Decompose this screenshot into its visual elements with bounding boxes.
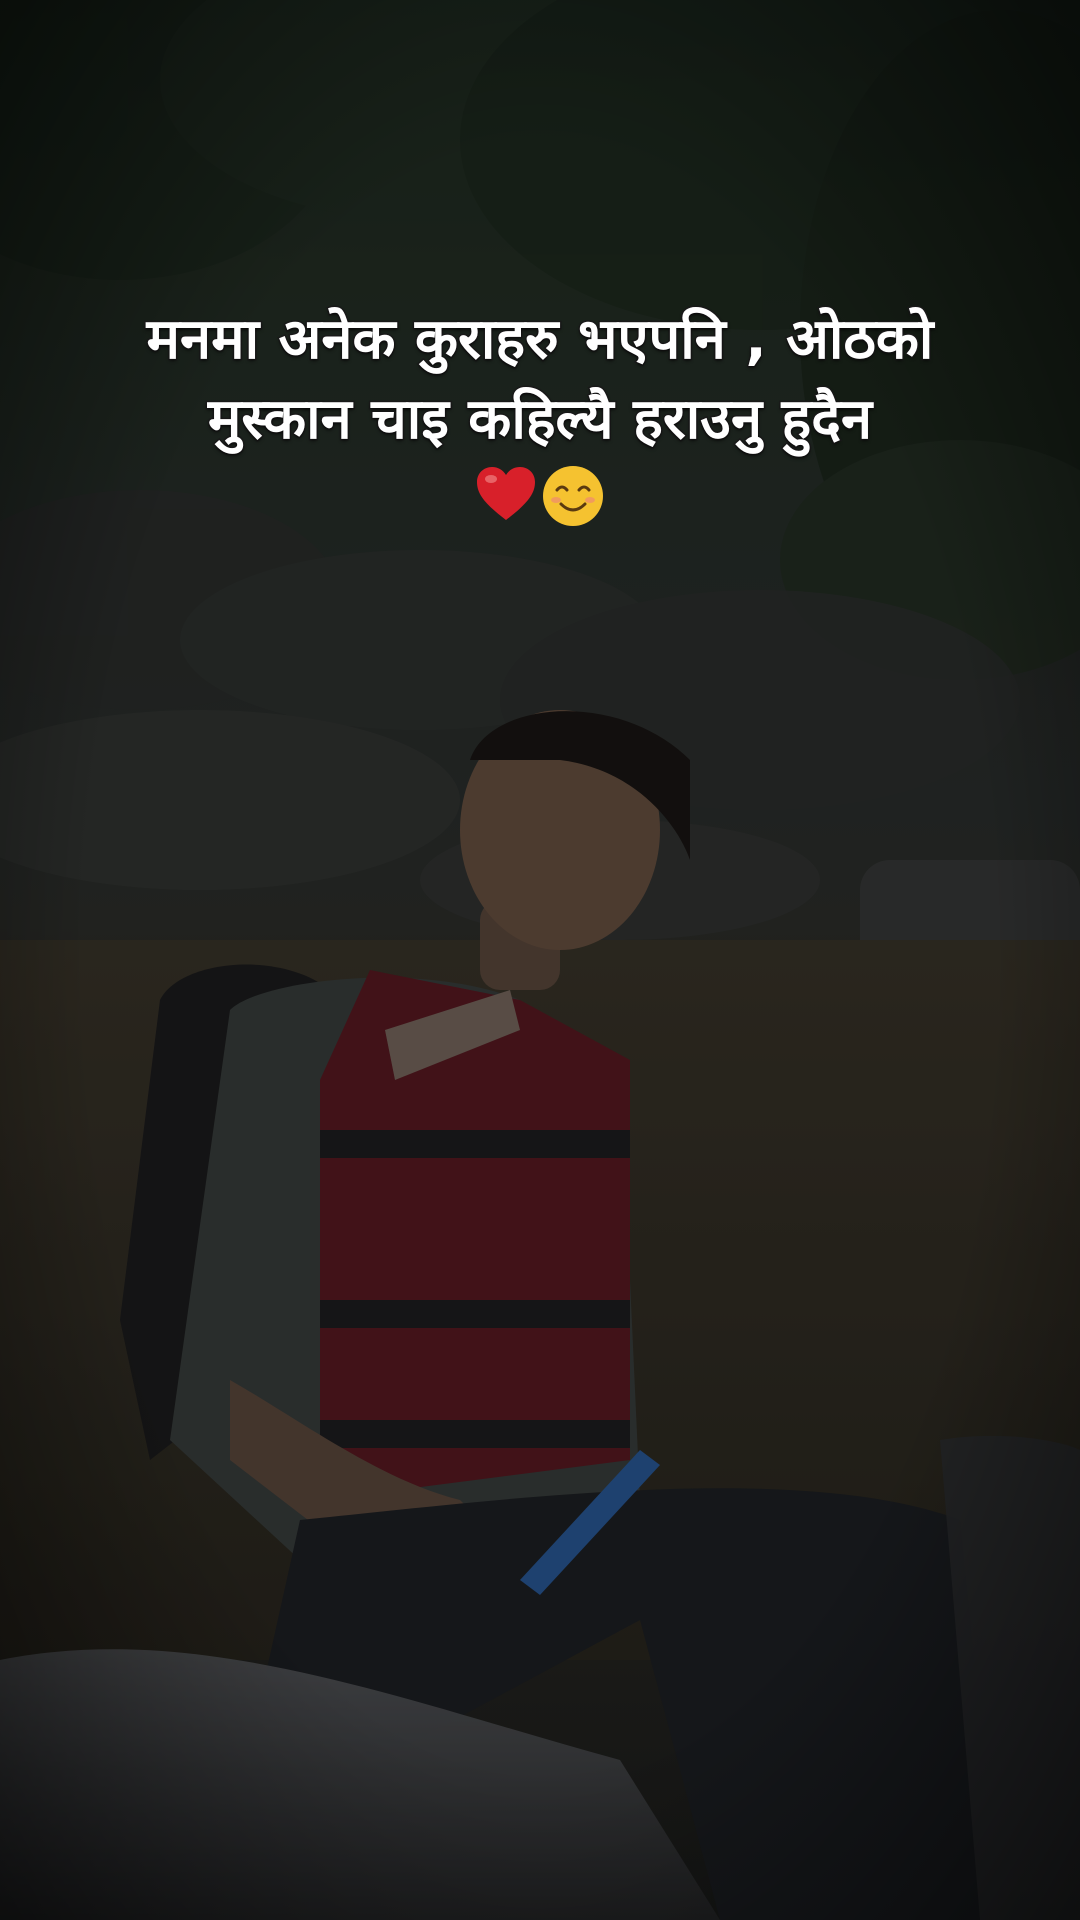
caption-text: मनमा अनेक कुराहरु भएपनि , ओठको मुस्कान च…	[40, 300, 1040, 528]
emoji-row	[40, 464, 1040, 528]
background-photo	[0, 0, 1080, 1920]
caption-line-2: मुस्कान चाइ कहिल्यै हराउनु हुदैन	[206, 386, 873, 454]
video-frame: मनमा अनेक कुराहरु भएपनि , ओठको मुस्कान च…	[0, 0, 1080, 1920]
caption-line-1: मनमा अनेक कुराहरु भएपनि , ओठको	[145, 306, 935, 374]
smiling-face-emoji-icon	[541, 464, 605, 528]
heart-emoji-icon	[475, 464, 537, 520]
